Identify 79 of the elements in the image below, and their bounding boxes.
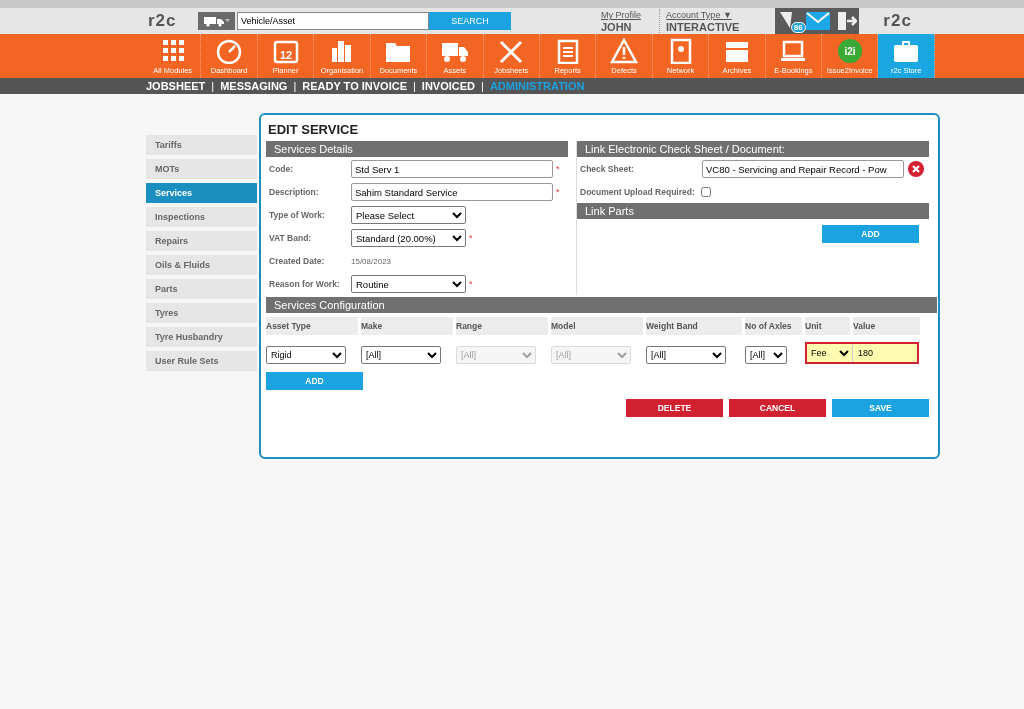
sidebar-item[interactable]: MOTs xyxy=(146,159,257,179)
separator: | xyxy=(293,80,297,92)
field-label: VAT Band: xyxy=(268,233,313,243)
sidebar-item[interactable]: User Rule Sets xyxy=(146,351,257,371)
logo: r2c xyxy=(148,11,178,31)
nav-link[interactable]: MESSAGING xyxy=(220,80,288,92)
sidebar-item[interactable]: Oils & Fluids xyxy=(146,255,257,275)
nav-link[interactable]: INVOICED xyxy=(421,80,476,92)
sidebar-item[interactable]: Repairs xyxy=(146,231,257,251)
text-field[interactable]: Std Serv 1 xyxy=(351,160,553,178)
column-header: Value xyxy=(853,317,920,335)
field-label: Code: xyxy=(268,164,295,174)
separator: | xyxy=(481,80,484,92)
select-field[interactable]: Please Select xyxy=(351,206,466,224)
section-header: Link Electronic Check Sheet / Document: xyxy=(577,141,929,157)
sidebar-item[interactable]: Tariffs xyxy=(146,135,257,155)
sidebar-item[interactable]: Tyres xyxy=(146,303,257,323)
select-field[interactable]: Rigid xyxy=(266,346,346,364)
column-header: Model xyxy=(551,317,643,335)
account-type-link[interactable]: Account Type ▼ xyxy=(666,9,740,21)
logo: r2c xyxy=(883,11,913,31)
select-field[interactable]: [All] xyxy=(361,346,441,364)
section-header: Services Configuration xyxy=(266,297,937,313)
column-header: No of Axles xyxy=(745,317,802,335)
text-field[interactable]: Sahim Standard Service xyxy=(351,183,553,201)
warning-icon xyxy=(610,37,639,64)
my-profile-link[interactable]: My Profile xyxy=(601,9,641,21)
action-button[interactable]: SAVE xyxy=(832,399,929,417)
add-button[interactable]: ADD xyxy=(266,372,363,390)
column-header: Unit xyxy=(805,317,850,335)
select-field[interactable]: [All] xyxy=(745,346,787,364)
field-label: Created Date: xyxy=(268,256,326,266)
alerts-badge: 86 xyxy=(790,22,806,33)
sidebar-item[interactable]: Tyre Husbandry xyxy=(146,327,257,347)
field-label: Check Sheet: xyxy=(579,164,635,174)
mail-icon[interactable] xyxy=(806,12,831,30)
vehicle-type-dropdown[interactable] xyxy=(198,12,235,30)
add-button[interactable]: ADD xyxy=(822,225,919,243)
required-mark: * xyxy=(469,233,473,243)
nav-link[interactable]: JOBSHEET xyxy=(146,80,206,92)
account-type-value: INTERACTIVE xyxy=(666,21,740,33)
check-sheet-field[interactable]: VC80 - Servicing and Repair Record - Pow xyxy=(702,160,904,178)
nav-link[interactable]: ADMINISTRATION xyxy=(489,80,585,92)
separator: | xyxy=(413,80,416,92)
select-field[interactable]: Fee xyxy=(807,344,853,362)
required-mark: * xyxy=(556,187,560,197)
search-field[interactable]: Vehicle/Asset xyxy=(237,12,429,30)
remove-icon[interactable] xyxy=(908,161,924,177)
search-button[interactable]: SEARCH xyxy=(429,12,511,30)
sidebar-item[interactable]: Inspections xyxy=(146,207,257,227)
field-label: Type of Work: xyxy=(268,210,326,220)
column-header: Asset Type xyxy=(266,317,358,335)
field-label: Document Upload Required: xyxy=(579,187,695,197)
field-label: Description: xyxy=(268,187,320,197)
select-field[interactable]: Routine xyxy=(351,275,466,293)
action-button[interactable]: DELETE xyxy=(626,399,723,417)
user-name: JOHN xyxy=(601,21,633,33)
select-field[interactable]: Standard (20.00%) xyxy=(351,229,466,247)
nav-link[interactable]: READY TO INVOICE xyxy=(302,80,407,92)
required-mark: * xyxy=(556,164,560,174)
panel-title: EDIT SERVICE xyxy=(268,122,360,137)
sidebar-item[interactable]: Services xyxy=(146,183,257,203)
column-header: Make xyxy=(361,317,453,335)
select-field[interactable]: [All] xyxy=(646,346,726,364)
created-date: 15/08/2023 xyxy=(351,256,392,266)
section-header: Link Parts xyxy=(577,203,929,219)
column-header: Range xyxy=(456,317,548,335)
logout-icon[interactable] xyxy=(835,10,857,32)
value-field[interactable]: 180 xyxy=(853,344,917,362)
upload-required-checkbox[interactable] xyxy=(700,187,711,197)
column-header: Weight Band xyxy=(646,317,742,335)
required-mark: * xyxy=(469,279,473,289)
separator: | xyxy=(211,80,215,92)
gauge-icon xyxy=(215,37,244,64)
field-label: Reason for Work: xyxy=(268,279,341,289)
sidebar-item[interactable]: Parts xyxy=(146,279,257,299)
section-header: Services Details xyxy=(266,141,568,157)
badge-icon: i2i xyxy=(835,37,864,64)
action-button[interactable]: CANCEL xyxy=(729,399,826,417)
